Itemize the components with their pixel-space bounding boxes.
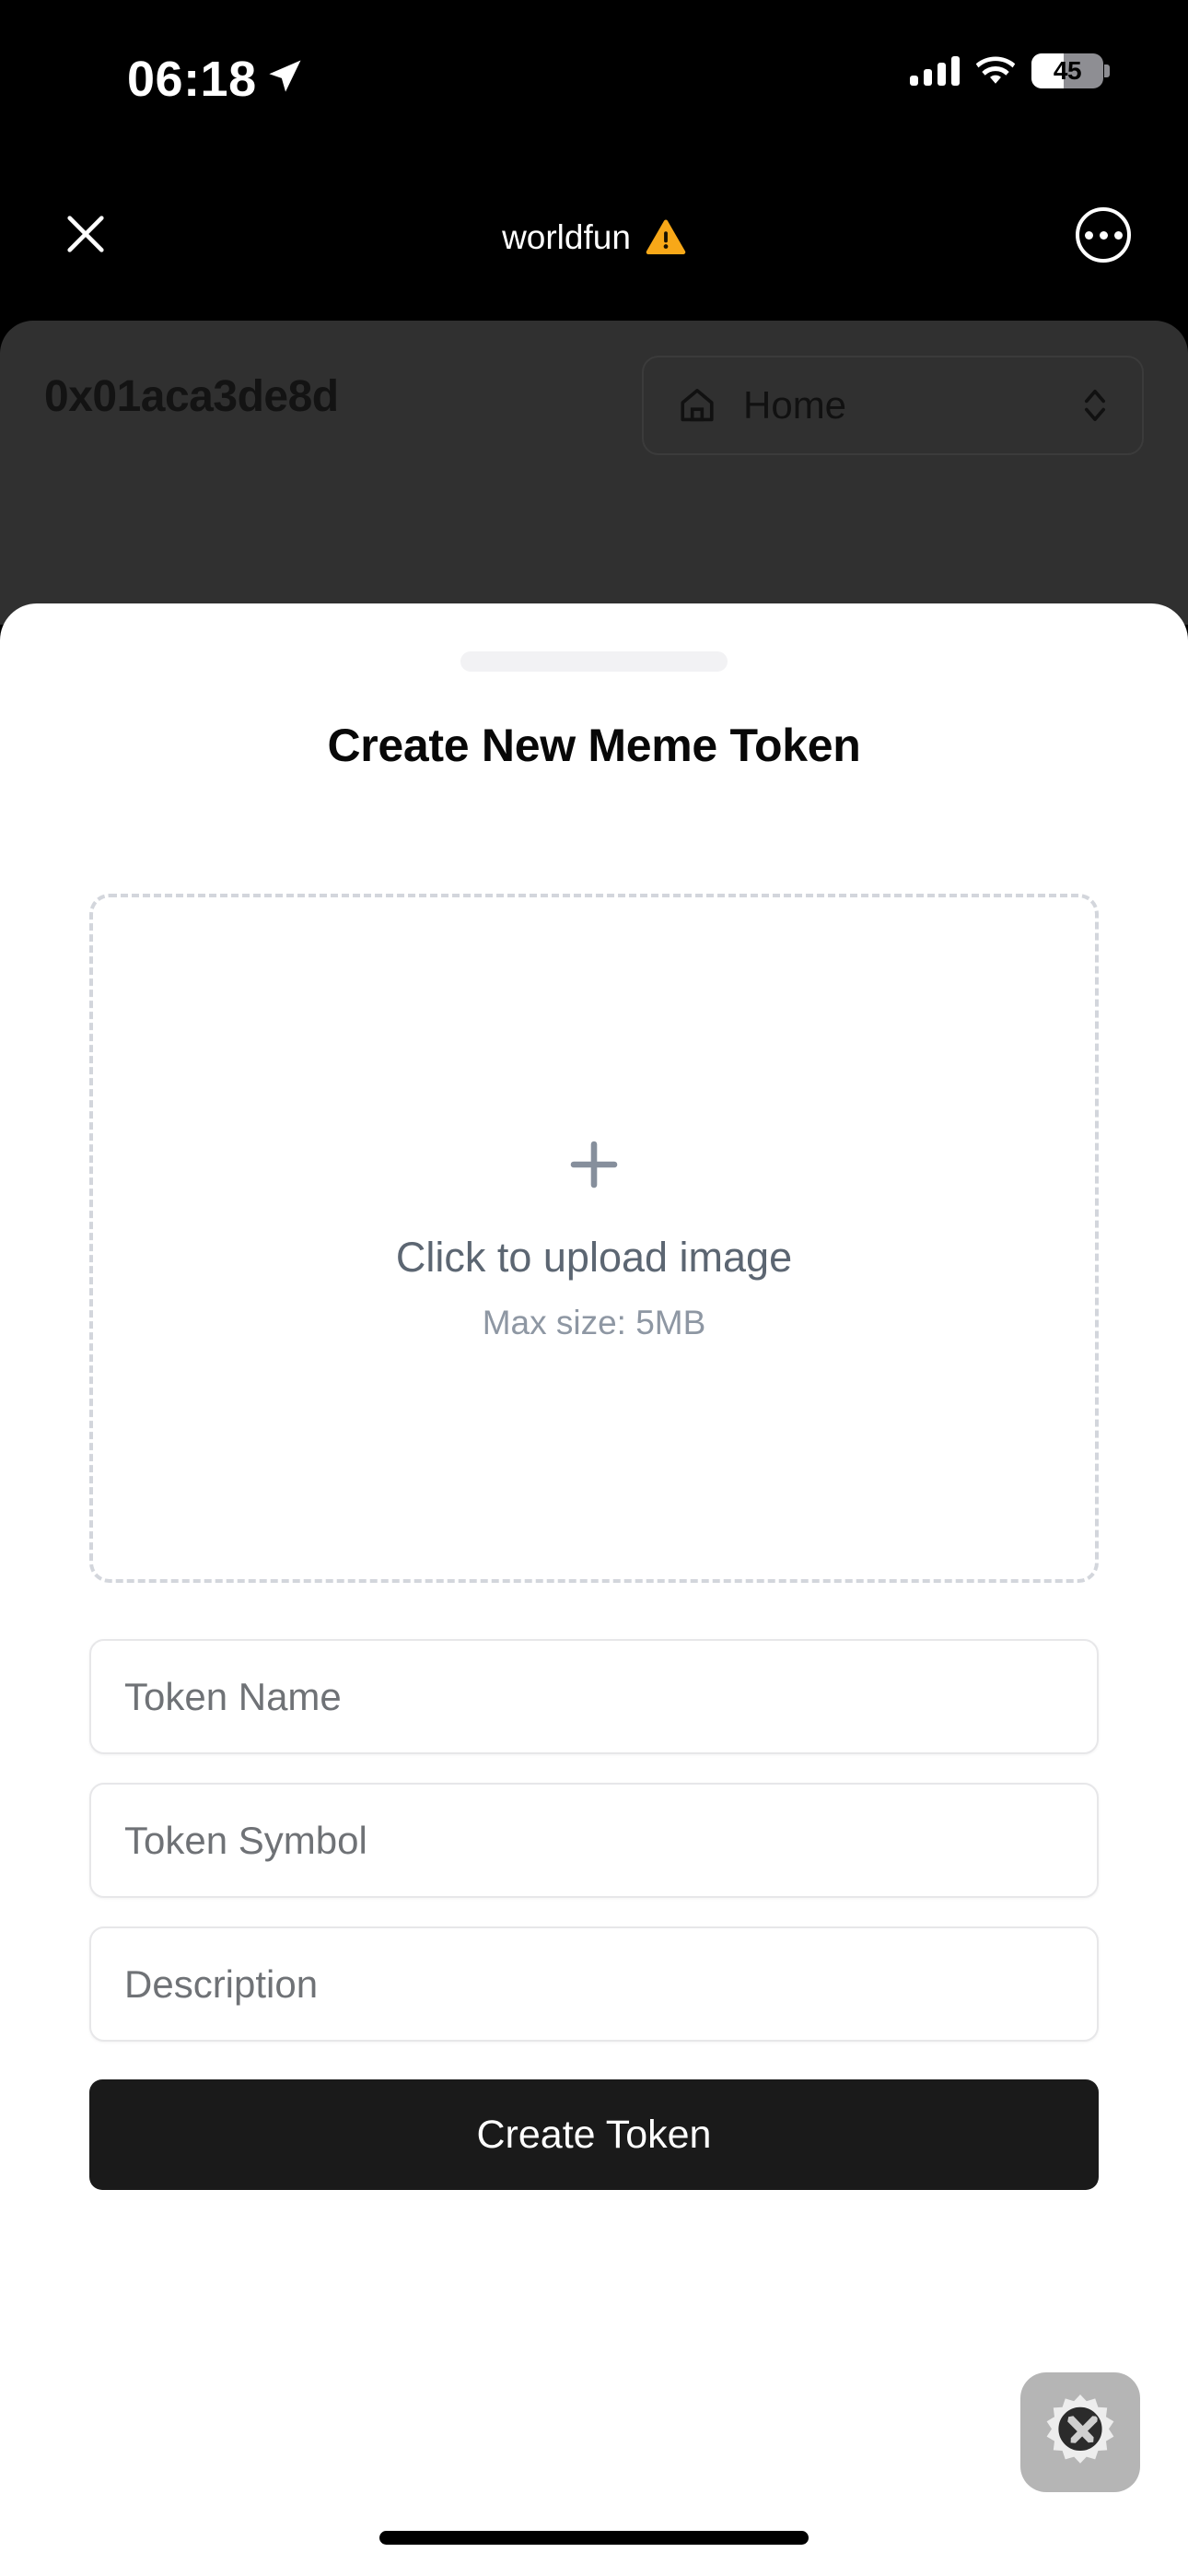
token-name-placeholder: Token Name: [124, 1674, 342, 1718]
sheet-title: Create New Meme Token: [327, 720, 861, 771]
token-symbol-input[interactable]: Token Symbol: [89, 1783, 1099, 1898]
gear-tools-icon: [1046, 2395, 1114, 2464]
browser-nav-bar: worldfun: [0, 170, 1188, 304]
create-token-button[interactable]: Create Token: [89, 2079, 1099, 2190]
more-options-button[interactable]: [1076, 207, 1131, 263]
location-arrow-icon: [269, 60, 301, 92]
description-placeholder: Description: [124, 1961, 319, 2006]
status-indicators: 45: [910, 53, 1110, 88]
web-content-dimmed: 0x01aca3de8d Home: [0, 321, 1188, 625]
token-name-input[interactable]: Token Name: [89, 1639, 1099, 1754]
more-ellipsis-dot: [1084, 230, 1093, 240]
home-indicator: [379, 2531, 809, 2545]
plus-icon: [570, 1141, 618, 1188]
browser-title-group: worldfun: [0, 170, 1188, 304]
create-token-sheet: Create New Meme Token Click to upload im…: [0, 603, 1188, 2576]
image-upload-dropzone[interactable]: Click to upload image Max size: 5MB: [89, 894, 1099, 1583]
home-house-icon: [681, 389, 714, 422]
battery-nub: [1104, 64, 1110, 77]
upload-primary-text: Click to upload image: [395, 1234, 793, 1281]
status-bar: 06:18 45: [0, 0, 1188, 166]
phone-screen: 06:18 45 worldfun 0x01aca3de8d Home Crea…: [0, 0, 1188, 2576]
page-selector-label: Home: [743, 383, 847, 427]
status-time: 06:18: [127, 52, 257, 107]
description-input[interactable]: Description: [89, 1926, 1099, 2042]
browser-title: worldfun: [502, 217, 631, 256]
wifi-icon: [976, 56, 1015, 84]
sheet-drag-handle[interactable]: [460, 651, 728, 672]
devtools-floating-button[interactable]: [1020, 2372, 1140, 2492]
warning-triangle-icon[interactable]: [646, 217, 686, 258]
battery-percent: 45: [1053, 56, 1082, 85]
wallet-address[interactable]: 0x01aca3de8d: [44, 371, 339, 422]
token-symbol-placeholder: Token Symbol: [124, 1818, 367, 1862]
upload-secondary-text: Max size: 5MB: [482, 1304, 706, 1341]
page-selector-home[interactable]: Home: [642, 356, 1144, 455]
chevron-up-down-icon: [1084, 389, 1106, 422]
more-ellipsis-dot: [1099, 230, 1108, 240]
cellular-bars-icon: [910, 56, 960, 86]
create-token-label: Create Token: [476, 2112, 712, 2157]
more-ellipsis-dot: [1113, 230, 1123, 240]
battery-indicator: 45: [1031, 53, 1110, 88]
